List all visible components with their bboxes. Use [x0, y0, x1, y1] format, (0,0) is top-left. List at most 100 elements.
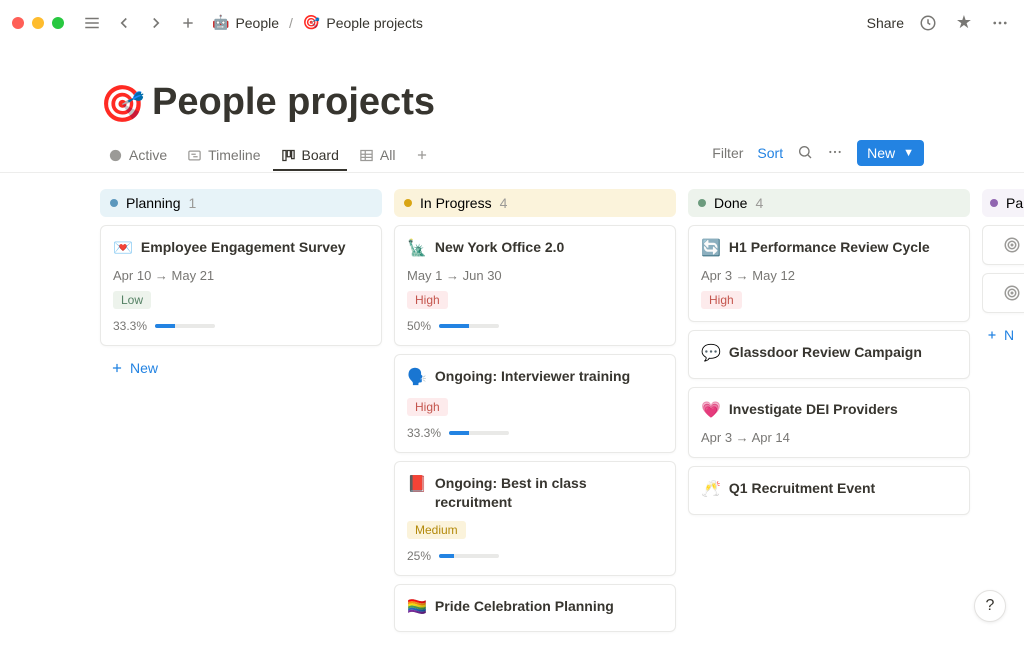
tab-board[interactable]: Board	[273, 141, 347, 171]
card-icon: 🗽	[407, 238, 427, 260]
column-new-button[interactable]: New	[100, 354, 382, 382]
card-recruitment-best[interactable]: 📕 Ongoing: Best in class recruitment Med…	[394, 461, 676, 576]
tab-timeline[interactable]: Timeline	[179, 141, 268, 171]
column-label: In Progress	[420, 195, 492, 211]
tab-board-label: Board	[302, 147, 339, 163]
breadcrumb-current[interactable]: 🎯 People projects	[299, 12, 427, 33]
tab-active[interactable]: Active	[100, 141, 175, 171]
column-done: Done 4 🔄 H1 Performance Review Cycle Apr…	[688, 189, 970, 515]
table-icon	[359, 148, 374, 163]
status-dot-icon	[990, 199, 998, 207]
updates-icon[interactable]	[916, 11, 940, 35]
nav-forward-icon[interactable]	[144, 11, 168, 35]
card-glassdoor[interactable]: 💬 Glassdoor Review Campaign	[688, 330, 970, 378]
database-tabs: Active Timeline Board All Filter Sort	[0, 132, 1024, 173]
column-new-button[interactable]: N	[982, 321, 1024, 349]
progress-bar	[155, 324, 215, 328]
card-icon: 💗	[701, 400, 721, 422]
card-icon: 📕	[407, 474, 427, 496]
column-label: Done	[714, 195, 747, 211]
card-dei-providers[interactable]: 💗 Investigate DEI Providers Apr 3 → Apr …	[688, 387, 970, 458]
card-progress: 50%	[407, 319, 663, 333]
page-title[interactable]: People projects	[152, 81, 435, 124]
card-interviewer-training[interactable]: 🗣️ Ongoing: Interviewer training High 33…	[394, 354, 676, 452]
status-dot-icon	[404, 199, 412, 207]
column-label: Pa	[1006, 195, 1023, 211]
progress-label: 33.3%	[407, 426, 441, 440]
card-pride-planning[interactable]: 🏳️‍🌈 Pride Celebration Planning	[394, 584, 676, 632]
card-partial-1[interactable]	[982, 225, 1024, 265]
share-button[interactable]: Share	[867, 15, 904, 31]
breadcrumb: 🤖 People / 🎯 People projects	[208, 12, 859, 33]
new-record-label: New	[867, 145, 895, 161]
card-employee-engagement[interactable]: 💌 Employee Engagement Survey Apr 10 → Ma…	[100, 225, 382, 346]
target-icon	[1003, 236, 1021, 254]
target-icon	[1003, 284, 1021, 302]
card-dates: May 1 → Jun 30	[407, 268, 663, 283]
page-icon[interactable]: 🎯	[100, 83, 140, 123]
card-dates: Apr 10 → May 21	[113, 268, 369, 283]
tab-all[interactable]: All	[351, 141, 404, 171]
filter-button[interactable]: Filter	[712, 145, 743, 161]
plus-icon	[986, 329, 998, 341]
column-header-in-progress[interactable]: In Progress 4	[394, 189, 676, 217]
card-title-text: Glassdoor Review Campaign	[729, 343, 922, 363]
breadcrumb-current-icon: 🎯	[303, 14, 320, 31]
card-q1-recruitment[interactable]: 🥂 Q1 Recruitment Event	[688, 466, 970, 514]
sort-button[interactable]: Sort	[757, 145, 783, 161]
column-new-label: New	[130, 360, 158, 376]
view-options-icon[interactable]	[827, 144, 843, 163]
board: Planning 1 💌 Employee Engagement Survey …	[0, 173, 1024, 648]
timeline-icon	[187, 148, 202, 163]
card-icon: 💬	[701, 343, 721, 365]
priority-badge: High	[701, 291, 742, 309]
database-actions: Filter Sort New ▼	[712, 140, 924, 172]
card-title-text: New York Office 2.0	[435, 238, 564, 258]
breadcrumb-parent-icon: 🤖	[212, 14, 229, 31]
star-filled-icon	[108, 148, 123, 163]
card-icon: 🔄	[701, 238, 721, 260]
progress-bar	[439, 324, 499, 328]
column-header-done[interactable]: Done 4	[688, 189, 970, 217]
help-button[interactable]: ?	[974, 590, 1006, 622]
status-dot-icon	[110, 199, 118, 207]
column-planning: Planning 1 💌 Employee Engagement Survey …	[100, 189, 382, 382]
search-icon[interactable]	[797, 144, 813, 163]
breadcrumb-parent[interactable]: 🤖 People	[208, 12, 283, 33]
card-partial-2[interactable]	[982, 273, 1024, 313]
card-title-text: Investigate DEI Providers	[729, 400, 898, 420]
priority-badge: High	[407, 398, 448, 416]
card-title-text: Employee Engagement Survey	[141, 238, 346, 258]
card-progress: 33.3%	[407, 426, 663, 440]
card-title-text: H1 Performance Review Cycle	[729, 238, 930, 258]
favorite-star-icon[interactable]: ★	[952, 11, 976, 35]
new-record-button[interactable]: New ▼	[857, 140, 924, 166]
column-in-progress: In Progress 4 🗽 New York Office 2.0 May …	[394, 189, 676, 632]
column-header-planning[interactable]: Planning 1	[100, 189, 382, 217]
more-menu-icon[interactable]	[988, 11, 1012, 35]
progress-label: 33.3%	[113, 319, 147, 333]
status-dot-icon	[698, 199, 706, 207]
page-header: 🎯 People projects	[0, 45, 1024, 132]
window-traffic-lights	[12, 17, 64, 29]
column-new-label: N	[1004, 327, 1014, 343]
card-nyc-office[interactable]: 🗽 New York Office 2.0 May 1 → Jun 30 Hig…	[394, 225, 676, 346]
card-title-text: Ongoing: Best in class recruitment	[435, 474, 663, 513]
column-header-partial[interactable]: Pa	[982, 189, 1024, 217]
breadcrumb-separator: /	[289, 15, 293, 31]
card-dates: Apr 3 → May 12	[701, 268, 957, 283]
minimize-window-icon[interactable]	[32, 17, 44, 29]
fullscreen-window-icon[interactable]	[52, 17, 64, 29]
nav-back-icon[interactable]	[112, 11, 136, 35]
new-page-icon[interactable]	[176, 11, 200, 35]
card-progress: 33.3%	[113, 319, 369, 333]
column-count: 4	[500, 195, 508, 211]
column-label: Planning	[126, 195, 181, 211]
column-partial: Pa N	[982, 189, 1024, 349]
card-title-text: Ongoing: Interviewer training	[435, 367, 630, 387]
add-view-button[interactable]	[407, 142, 437, 170]
close-window-icon[interactable]	[12, 17, 24, 29]
progress-label: 25%	[407, 549, 431, 563]
sidebar-toggle-icon[interactable]	[80, 11, 104, 35]
card-h1-review[interactable]: 🔄 H1 Performance Review Cycle Apr 3 → Ma…	[688, 225, 970, 322]
